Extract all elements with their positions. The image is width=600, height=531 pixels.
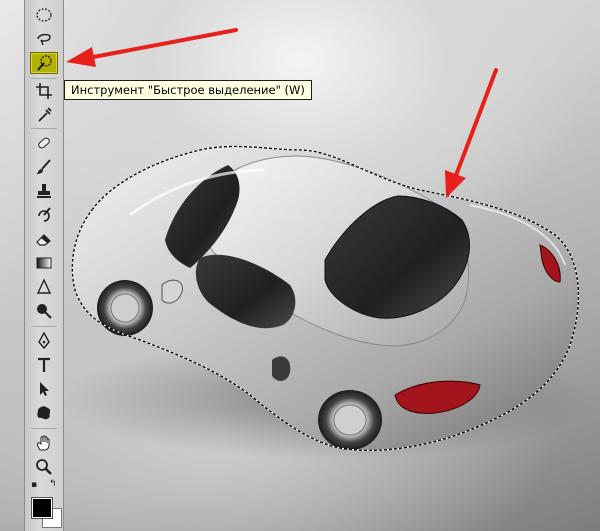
brush-tool-icon[interactable] [30,156,58,178]
gradient-tool-icon[interactable] [30,252,58,274]
marquee-tool-icon[interactable] [30,4,58,26]
pen-tool-icon[interactable] [30,330,58,352]
path-selection-tool-icon[interactable] [30,378,58,400]
swap-colors-icon[interactable]: ↰ [49,479,57,489]
custom-shape-tool-icon[interactable] [30,402,58,424]
eraser-tool-icon[interactable] [30,228,58,250]
color-swatches: ▪ ↰ [29,478,63,528]
clone-stamp-tool-icon[interactable] [30,180,58,202]
dodge-tool-icon[interactable] [30,300,58,322]
eyedropper-tool-icon[interactable] [30,104,58,126]
tool-tooltip: Инструмент "Быстрое выделение" (W) [64,80,312,100]
hand-tool-icon[interactable] [30,432,58,454]
type-tool-icon[interactable] [30,354,58,376]
default-colors-icon[interactable]: ▪ [31,480,37,490]
lasso-tool-icon[interactable] [30,28,58,50]
foreground-color-swatch[interactable] [32,498,52,518]
history-brush-tool-icon[interactable] [30,204,58,226]
blur-tool-icon[interactable] [30,276,58,298]
quick-selection-tool-icon[interactable] [30,52,58,74]
crop-tool-icon[interactable] [30,80,58,102]
tools-panel: ▪ ↰ [24,0,64,531]
zoom-tool-icon[interactable] [30,456,58,478]
healing-brush-tool-icon[interactable] [30,132,58,154]
